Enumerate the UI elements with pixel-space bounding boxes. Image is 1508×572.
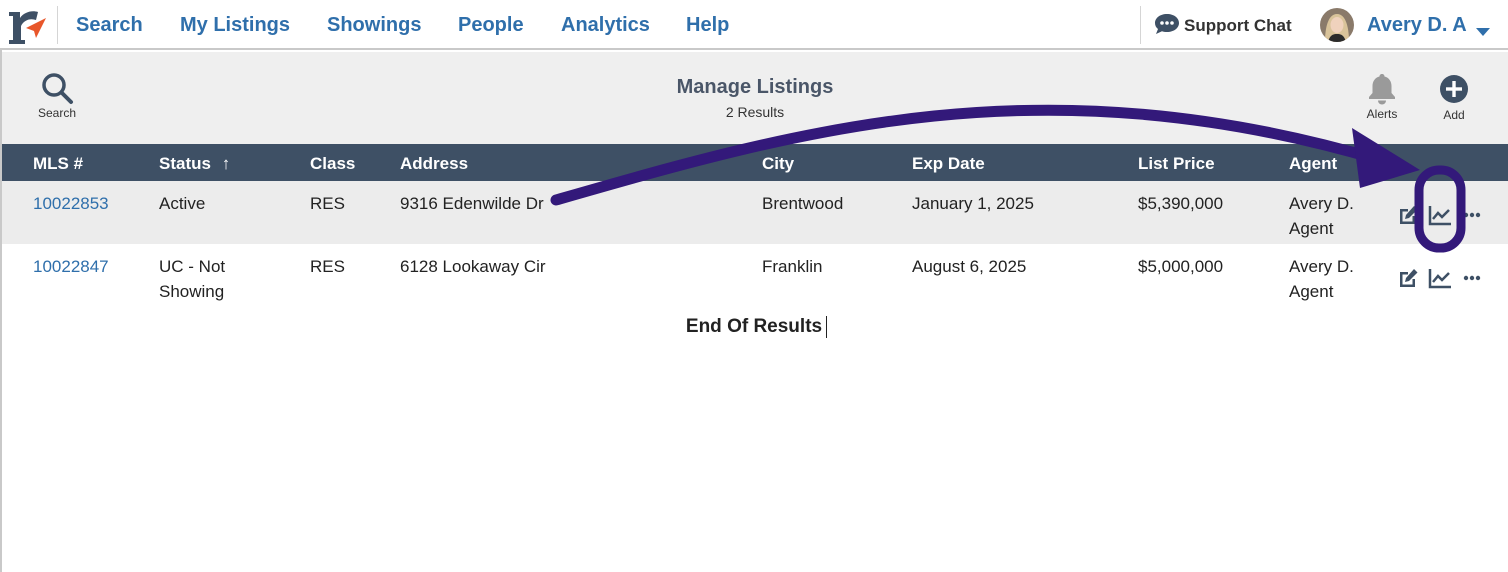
list-price-cell: $5,000,000 bbox=[1138, 257, 1224, 276]
class-cell: RES bbox=[310, 194, 345, 213]
nav-divider bbox=[1140, 6, 1141, 44]
edit-icon[interactable] bbox=[1396, 266, 1420, 290]
page-title: Manage Listings bbox=[676, 76, 834, 98]
user-menu-name[interactable]: Avery D. A bbox=[1367, 14, 1467, 37]
column-header-mls[interactable]: MLS # bbox=[33, 154, 83, 174]
class-cell: RES bbox=[310, 257, 345, 276]
plus-circle-icon bbox=[1434, 74, 1474, 108]
text-cursor bbox=[826, 316, 827, 338]
alerts-button[interactable]: Alerts bbox=[1362, 72, 1402, 121]
more-dots-icon[interactable] bbox=[1460, 266, 1484, 290]
table-row: 10022847 UC - Not Showing RES 6128 Looka… bbox=[2, 244, 1508, 307]
city-cell: Franklin bbox=[762, 257, 823, 276]
mls-number-link[interactable]: 10022853 bbox=[33, 191, 109, 216]
row-actions bbox=[1396, 203, 1484, 227]
add-label: Add bbox=[1443, 108, 1465, 122]
exp-date-cell: January 1, 2025 bbox=[912, 194, 1034, 213]
column-header-city[interactable]: City bbox=[762, 154, 794, 174]
nav-people[interactable]: People bbox=[458, 14, 524, 37]
nav-analytics[interactable]: Analytics bbox=[561, 14, 650, 37]
nav-search[interactable]: Search bbox=[76, 14, 143, 37]
nav-my-listings[interactable]: My Listings bbox=[180, 14, 290, 37]
chart-line-icon[interactable] bbox=[1428, 203, 1452, 227]
add-listing-button[interactable]: Add bbox=[1434, 74, 1474, 122]
more-dots-icon[interactable] bbox=[1460, 203, 1484, 227]
end-of-results-text: End Of Results bbox=[685, 316, 823, 337]
listings-toolbar: Search Manage Listings 2 Results Alerts … bbox=[2, 52, 1508, 144]
chart-line-icon[interactable] bbox=[1428, 266, 1452, 290]
avatar[interactable] bbox=[1320, 8, 1354, 42]
top-nav-bar: Search My Listings Showings People Analy… bbox=[0, 0, 1508, 50]
address-cell: 9316 Edenwilde Dr bbox=[400, 194, 544, 213]
column-header-class[interactable]: Class bbox=[310, 154, 355, 174]
mls-number-link[interactable]: 10022847 bbox=[33, 254, 109, 279]
logo-divider bbox=[57, 6, 58, 44]
nav-showings[interactable]: Showings bbox=[327, 14, 421, 37]
list-price-cell: $5,390,000 bbox=[1138, 194, 1224, 213]
status-cell: UC - Not Showing bbox=[159, 257, 226, 301]
row-actions bbox=[1396, 266, 1484, 290]
agent-cell: Avery D. Agent bbox=[1289, 257, 1354, 301]
bell-icon bbox=[1362, 72, 1402, 107]
column-header-exp-date[interactable]: Exp Date bbox=[912, 154, 985, 174]
nav-help[interactable]: Help bbox=[686, 14, 729, 37]
column-header-address[interactable]: Address bbox=[400, 154, 468, 174]
table-row: 10022853 Active RES 9316 Edenwilde Dr Br… bbox=[2, 181, 1508, 244]
agent-cell: Avery D. Agent bbox=[1289, 194, 1354, 238]
listings-table-header: MLS # Status ↑ Class Address City Exp Da… bbox=[2, 144, 1508, 181]
column-header-status[interactable]: Status ↑ bbox=[159, 154, 230, 174]
chat-bubble-icon bbox=[1154, 13, 1184, 40]
address-cell: 6128 Lookaway Cir bbox=[400, 257, 546, 276]
chevron-down-icon[interactable] bbox=[1476, 24, 1490, 42]
support-chat-button[interactable]: Support Chat bbox=[1154, 13, 1292, 40]
alerts-label: Alerts bbox=[1366, 107, 1398, 121]
city-cell: Brentwood bbox=[762, 194, 844, 213]
edit-icon[interactable] bbox=[1396, 203, 1420, 227]
status-cell: Active bbox=[159, 194, 206, 213]
exp-date-cell: August 6, 2025 bbox=[912, 257, 1027, 276]
column-header-list-price[interactable]: List Price bbox=[1138, 154, 1215, 174]
results-count: 2 Results bbox=[725, 104, 785, 120]
column-header-agent[interactable]: Agent bbox=[1289, 154, 1337, 174]
column-header-status-label: Status bbox=[159, 154, 211, 173]
sort-arrow-up-icon: ↑ bbox=[221, 154, 231, 173]
support-chat-label: Support Chat bbox=[1184, 16, 1292, 35]
r-logo-icon[interactable] bbox=[6, 6, 48, 46]
